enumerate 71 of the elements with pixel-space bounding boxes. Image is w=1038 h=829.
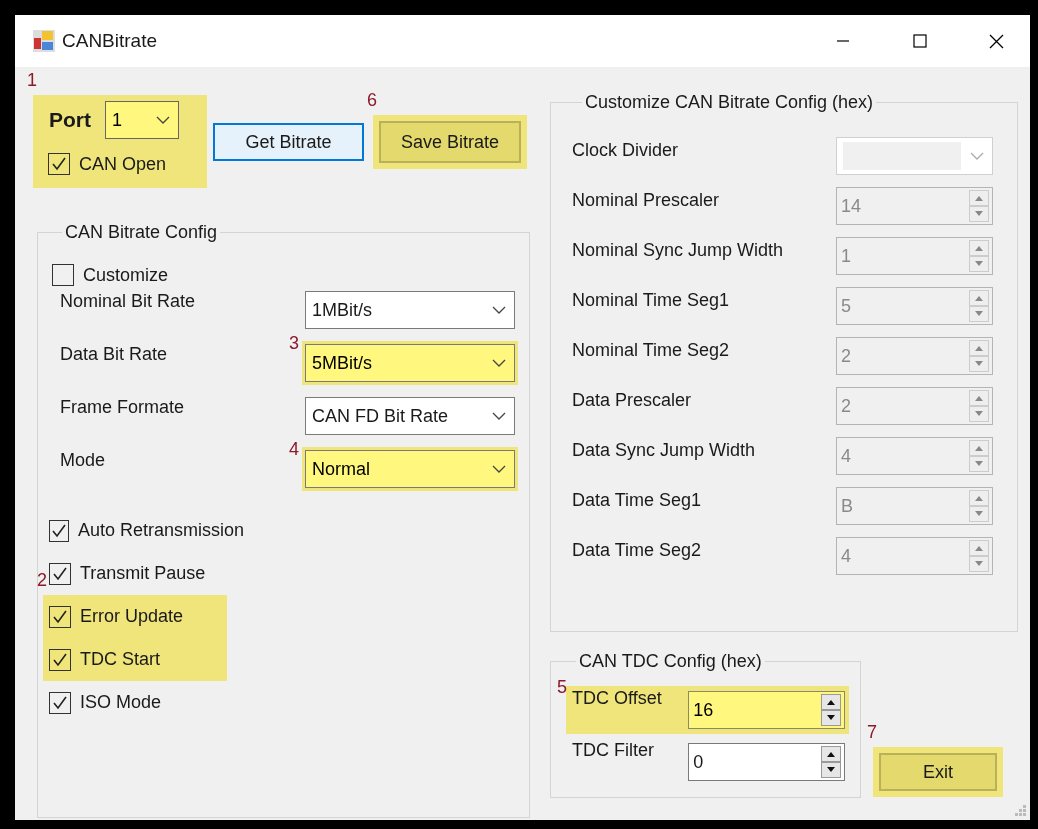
chevron-icon xyxy=(492,306,506,314)
field-label: TDC Offset xyxy=(572,687,663,709)
checkbox[interactable] xyxy=(49,562,71,585)
field-label: Clock Divider xyxy=(572,139,680,161)
spinner-arrows-icon xyxy=(969,340,989,372)
spinner-arrows-icon xyxy=(969,190,989,222)
annotation-number: 1 xyxy=(27,69,37,91)
exit-button[interactable]: Exit xyxy=(879,753,997,791)
field-label: Nominal Time Seg2 xyxy=(572,339,731,361)
close-icon[interactable] xyxy=(989,33,1004,49)
annotation-number: 4 xyxy=(289,438,299,460)
annotation-number: 5 xyxy=(557,676,567,698)
dropdown[interactable]: 5MBit/s xyxy=(305,344,515,382)
annotation-number: 6 xyxy=(367,89,377,111)
checkbox-label: CAN Open xyxy=(79,153,167,175)
chevron-icon xyxy=(492,465,506,473)
number-field[interactable]: 0 xyxy=(688,743,845,781)
group-title: Customize CAN Bitrate Config (hex) xyxy=(584,92,875,113)
resize-grip-icon[interactable] xyxy=(1013,803,1027,817)
chevron-icon xyxy=(156,116,170,124)
dropdown[interactable]: 1MBit/s xyxy=(305,291,515,329)
window-title: CANBitrate xyxy=(62,30,158,52)
app-icon xyxy=(32,29,56,53)
checkbox-label: Auto Retransmission xyxy=(78,520,245,541)
checkbox[interactable] xyxy=(49,691,71,714)
spinner-arrows-icon xyxy=(821,694,841,726)
port-label: Port xyxy=(49,108,91,132)
spinner-arrows-icon xyxy=(969,390,989,422)
chevron-icon xyxy=(492,359,506,367)
field-label: Data Time Seg1 xyxy=(572,489,703,511)
dropdown[interactable]: CAN FD Bit Rate xyxy=(305,397,515,435)
spinner-arrows-icon xyxy=(969,290,989,322)
field-label: Data Bit Rate xyxy=(60,344,169,365)
checkbox-label: Error Update xyxy=(80,606,184,627)
checkbox[interactable] xyxy=(49,648,71,671)
number-field[interactable]: 16 xyxy=(688,691,845,729)
checkbox[interactable] xyxy=(52,264,74,286)
annotation-number: 7 xyxy=(867,721,877,743)
checkbox-label: ISO Mode xyxy=(80,692,162,713)
bitrate-button[interactable]: Save Bitrate xyxy=(379,121,521,163)
checkbox[interactable] xyxy=(49,519,69,542)
spinner-arrows-icon xyxy=(821,746,841,778)
field-label: Data Sync Jump Width xyxy=(572,439,757,461)
checkbox[interactable] xyxy=(49,605,71,628)
field-label: Nominal Time Seg1 xyxy=(572,289,731,311)
field-label: Mode xyxy=(60,450,107,471)
annotation-number: 3 xyxy=(289,332,299,354)
chevron-icon xyxy=(492,412,506,420)
field-label: Data Time Seg2 xyxy=(572,539,703,561)
field-label: Nominal Sync Jump Width xyxy=(572,239,785,261)
checkbox-label: TDC Start xyxy=(80,649,160,670)
group-title: CAN TDC Config (hex) xyxy=(578,651,763,672)
field-label: Nominal Prescaler xyxy=(572,189,721,211)
checkbox-label: Customize xyxy=(83,264,169,286)
field-label: TDC Filter xyxy=(572,739,655,761)
dropdown[interactable]: Normal xyxy=(305,450,515,488)
port-dropdown[interactable]: 1 xyxy=(105,101,179,139)
spinner-arrows-icon xyxy=(969,240,989,272)
checkbox-label: Transmit Pause xyxy=(80,563,206,584)
checkbox[interactable] xyxy=(48,153,70,175)
field-label: Data Prescaler xyxy=(572,389,693,411)
maximize-icon[interactable] xyxy=(913,34,927,48)
spinner-arrows-icon xyxy=(969,440,989,472)
group-title: CAN Bitrate Config xyxy=(64,222,219,243)
field-label: Nominal Bit Rate xyxy=(60,291,197,312)
spinner-arrows-icon xyxy=(969,490,989,522)
bitrate-button[interactable]: Get Bitrate xyxy=(213,123,364,161)
chevron-icon xyxy=(970,152,984,160)
annotation-number: 2 xyxy=(37,569,47,591)
field-label: Frame Formate xyxy=(60,397,186,418)
spinner-arrows-icon xyxy=(969,540,989,572)
